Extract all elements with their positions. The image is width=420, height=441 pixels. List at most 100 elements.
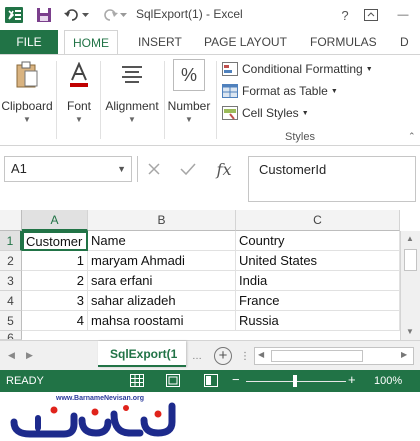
chevron-down-icon: ▼ <box>185 115 193 124</box>
tab-page-layout[interactable]: PAGE LAYOUT <box>196 30 295 54</box>
cell-c3[interactable]: India <box>236 271 400 291</box>
alignment-button[interactable]: Alignment ▼ <box>102 59 162 124</box>
cell-b5[interactable]: mahsa roostami <box>88 311 236 331</box>
zoom-in-icon[interactable]: + <box>348 372 356 387</box>
cell-a2[interactable]: 1 <box>22 251 88 271</box>
cell-c5[interactable]: Russia <box>236 311 400 331</box>
select-all-button[interactable] <box>0 210 22 231</box>
zoom-slider-thumb[interactable] <box>293 375 297 387</box>
divider <box>164 61 165 139</box>
page-layout-view-icon[interactable] <box>166 374 180 387</box>
cell-styles-button[interactable]: Cell Styles ▼ <box>222 103 309 123</box>
minimize-button[interactable]: — <box>392 4 414 26</box>
chevron-down-icon: ▼ <box>365 65 373 73</box>
page-break-preview-icon[interactable] <box>204 374 218 387</box>
chevron-down-icon: ▼ <box>75 115 83 124</box>
save-icon[interactable] <box>34 5 54 25</box>
ribbon-display-options-icon[interactable] <box>360 4 382 26</box>
conditional-formatting-button[interactable]: Conditional Formatting ▼ <box>222 59 373 79</box>
cell-b2[interactable]: maryam Ahmadi <box>88 251 236 271</box>
sheet-nav-next-icon[interactable]: ▶ <box>26 350 33 361</box>
formula-input[interactable]: CustomerId <box>248 156 416 202</box>
scroll-up-icon[interactable]: ▲ <box>406 234 414 243</box>
row-header[interactable]: 1 <box>0 231 22 251</box>
column-header-a[interactable]: A <box>22 210 88 231</box>
tab-data[interactable]: D <box>392 30 417 54</box>
insert-function-button[interactable]: fx <box>212 158 236 180</box>
sheet-nav-prev-icon[interactable]: ◀ <box>8 350 15 361</box>
horizontal-scrollbar[interactable]: ◀ ▶ <box>254 347 414 365</box>
collapse-ribbon-icon[interactable]: ⌃ <box>408 131 416 142</box>
scroll-left-icon[interactable]: ◀ <box>258 350 264 359</box>
worksheet-grid: A B C 1 2 3 4 5 6 Customer Name Country … <box>0 210 420 340</box>
scroll-down-icon[interactable]: ▼ <box>406 327 414 336</box>
chevron-down-icon: ▼ <box>301 109 309 117</box>
redo-dropdown-icon[interactable] <box>118 5 128 25</box>
tab-split-handle-icon[interactable]: ⋮ <box>240 351 250 362</box>
clipboard-button[interactable]: Clipboard ▼ <box>0 59 54 124</box>
row-header[interactable]: 4 <box>0 291 22 311</box>
styles-group-label: Styles <box>285 131 315 143</box>
row-header[interactable]: 6 <box>0 331 22 340</box>
name-box-value: A1 <box>11 161 27 176</box>
percent-icon: % <box>173 59 205 91</box>
more-sheets-icon[interactable]: … <box>192 351 202 362</box>
tab-insert[interactable]: INSERT <box>130 30 190 54</box>
help-button[interactable]: ? <box>334 4 356 26</box>
cell-b3[interactable]: sara erfani <box>88 271 236 291</box>
cell-c4[interactable]: France <box>236 291 400 311</box>
column-header-b[interactable]: B <box>88 210 236 231</box>
scrollbar-thumb[interactable] <box>404 249 417 271</box>
confirm-entry-icon[interactable] <box>176 158 200 180</box>
divider <box>216 61 217 139</box>
alignment-icon <box>116 59 148 91</box>
sheet-tabs-bar: ◀ ▶ SqlExport(1 … + ⋮ ◀ ▶ <box>0 340 420 370</box>
divider <box>100 61 101 139</box>
font-button[interactable]: Font ▼ <box>60 59 98 124</box>
normal-view-icon[interactable] <box>130 374 144 387</box>
row-header[interactable]: 5 <box>0 311 22 331</box>
chevron-down-icon[interactable]: ▼ <box>117 157 126 181</box>
chevron-down-icon: ▼ <box>128 115 136 124</box>
window-title: SqlExport(1) - Excel <box>136 7 243 21</box>
cancel-entry-icon[interactable] <box>142 158 166 180</box>
tab-formulas[interactable]: FORMULAS <box>302 30 385 54</box>
row-header[interactable]: 2 <box>0 251 22 271</box>
format-as-table-button[interactable]: Format as Table ▼ <box>222 81 338 101</box>
tab-home[interactable]: HOME <box>64 30 118 55</box>
zoom-level[interactable]: 100% <box>374 375 402 387</box>
zoom-out-icon[interactable]: − <box>232 372 240 387</box>
cell-c2[interactable]: United States <box>236 251 400 271</box>
cell-a5[interactable]: 4 <box>22 311 88 331</box>
ribbon-tabs: FILE HOME INSERT PAGE LAYOUT FORMULAS D <box>0 30 420 55</box>
ribbon: Clipboard ▼ Font ▼ Alignment ▼ % Number … <box>0 54 420 146</box>
scroll-right-icon[interactable]: ▶ <box>401 350 407 359</box>
cell-a1[interactable]: Customer <box>22 231 88 251</box>
scrollbar-thumb[interactable] <box>271 350 363 362</box>
undo-dropdown-icon[interactable] <box>80 5 90 25</box>
title-bar: SqlExport(1) - Excel ? — <box>0 0 420 30</box>
conditional-formatting-label: Conditional Formatting <box>242 62 363 76</box>
excel-logo-icon <box>4 5 24 25</box>
font-color-icon <box>63 59 95 91</box>
alignment-label: Alignment <box>105 99 159 113</box>
font-label: Font <box>66 99 91 113</box>
cell-styles-label: Cell Styles <box>242 106 299 120</box>
clipboard-label: Clipboard <box>1 99 53 113</box>
cell-c1[interactable]: Country <box>236 231 400 251</box>
row-header[interactable]: 3 <box>0 271 22 291</box>
column-header-c[interactable]: C <box>236 210 400 231</box>
undo-icon[interactable] <box>62 5 82 25</box>
redo-icon[interactable] <box>100 5 120 25</box>
percent-symbol: % <box>180 64 197 85</box>
vertical-scrollbar[interactable]: ▲ ▼ <box>400 231 420 340</box>
number-button[interactable]: % Number ▼ <box>166 59 212 124</box>
cell-a4[interactable]: 3 <box>22 291 88 311</box>
tab-file[interactable]: FILE <box>0 30 58 54</box>
name-box[interactable]: A1 ▼ <box>4 156 132 182</box>
add-sheet-button[interactable]: + <box>214 347 232 365</box>
cell-a3[interactable]: 2 <box>22 271 88 291</box>
sheet-tab-active[interactable]: SqlExport(1 <box>98 341 186 367</box>
cell-b1[interactable]: Name <box>88 231 236 251</box>
cell-b4[interactable]: sahar alizadeh <box>88 291 236 311</box>
